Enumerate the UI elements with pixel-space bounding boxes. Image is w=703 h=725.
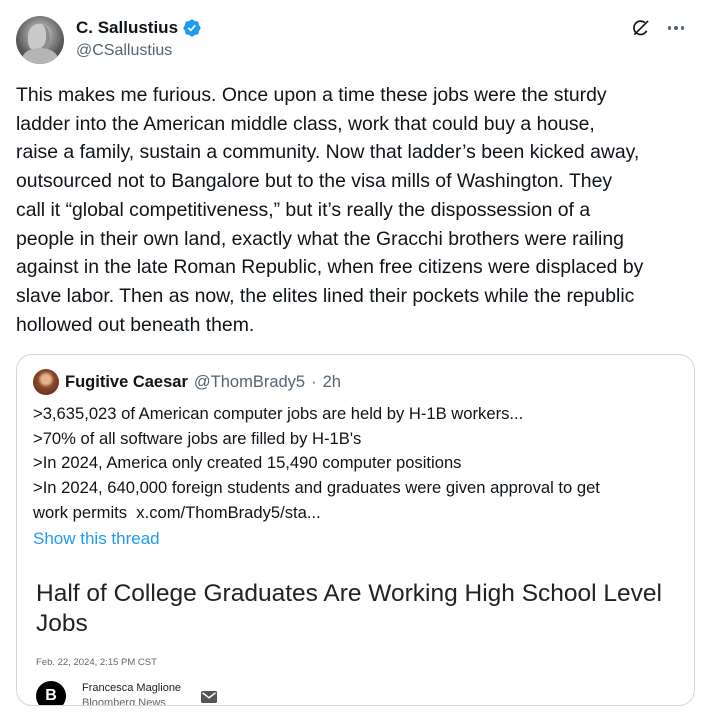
article-card[interactable]: Half of College Graduates Are Working Hi… — [17, 567, 694, 706]
more-icon[interactable] — [665, 17, 687, 39]
more-dot — [667, 26, 672, 30]
author-names: C. Sallustius @CSallustius — [76, 17, 202, 62]
name-row: C. Sallustius — [76, 17, 202, 39]
article-title: Half of College Graduates Are Working Hi… — [36, 580, 662, 637]
quoted-tweet-body: >3,635,023 of American computer jobs are… — [33, 402, 683, 526]
author-handle[interactable]: @CSallustius — [76, 40, 202, 62]
avatar-shoulders-shape — [22, 48, 58, 64]
bloomberg-logo-icon: B — [36, 681, 66, 705]
author-avatar[interactable] — [16, 16, 64, 64]
article-date: Feb. 22, 2024, 2:15 PM CST — [36, 657, 157, 668]
quoted-line: >In 2024, 640,000 foreign students and g… — [33, 478, 600, 498]
quoted-line: >70% of all software jobs are filled by … — [33, 428, 362, 448]
quoted-tweet[interactable]: Fugitive Caesar @ThomBrady5 · 2h >3,635,… — [16, 354, 695, 706]
quoted-author-handle[interactable]: @ThomBrady5 — [194, 373, 305, 392]
quoted-link[interactable]: x.com/ThomBrady5/sta... — [136, 503, 320, 522]
article-author-info: Francesca Maglione Bloomberg News — [82, 681, 182, 706]
author-display-name[interactable]: C. Sallustius — [76, 17, 178, 39]
show-thread-link[interactable]: Show this thread — [33, 529, 160, 549]
header-actions — [631, 16, 687, 40]
grok-icon[interactable] — [631, 18, 651, 38]
quoted-last-line: work permits x.com/ThomBrady5/sta... — [33, 501, 683, 526]
quoted-line: >3,635,023 of American computer jobs are… — [33, 404, 524, 423]
article-author-row: B Francesca Maglione Bloomberg News — [36, 681, 218, 706]
tweet-header: C. Sallustius @CSallustius — [16, 16, 687, 66]
quoted-tweet-header: Fugitive Caesar @ThomBrady5 · 2h — [33, 369, 341, 395]
quoted-author-name[interactable]: Fugitive Caesar — [65, 373, 188, 392]
more-dot — [680, 26, 685, 30]
quoted-line: >In 2024, America only created 15,490 co… — [33, 453, 462, 473]
quoted-timestamp[interactable]: 2h — [323, 373, 341, 392]
verified-badge-icon — [183, 19, 201, 37]
separator-dot: · — [311, 372, 317, 391]
quoted-line-prefix: work permits — [33, 502, 128, 522]
article-author-name: Francesca Maglione — [82, 682, 182, 694]
more-dot — [674, 26, 678, 30]
mail-icon[interactable] — [201, 691, 218, 703]
article-author-org: Bloomberg News — [82, 697, 166, 706]
quoted-author-avatar[interactable] — [33, 369, 59, 395]
tweet-text: This makes me furious. Once upon a time … — [16, 84, 644, 336]
